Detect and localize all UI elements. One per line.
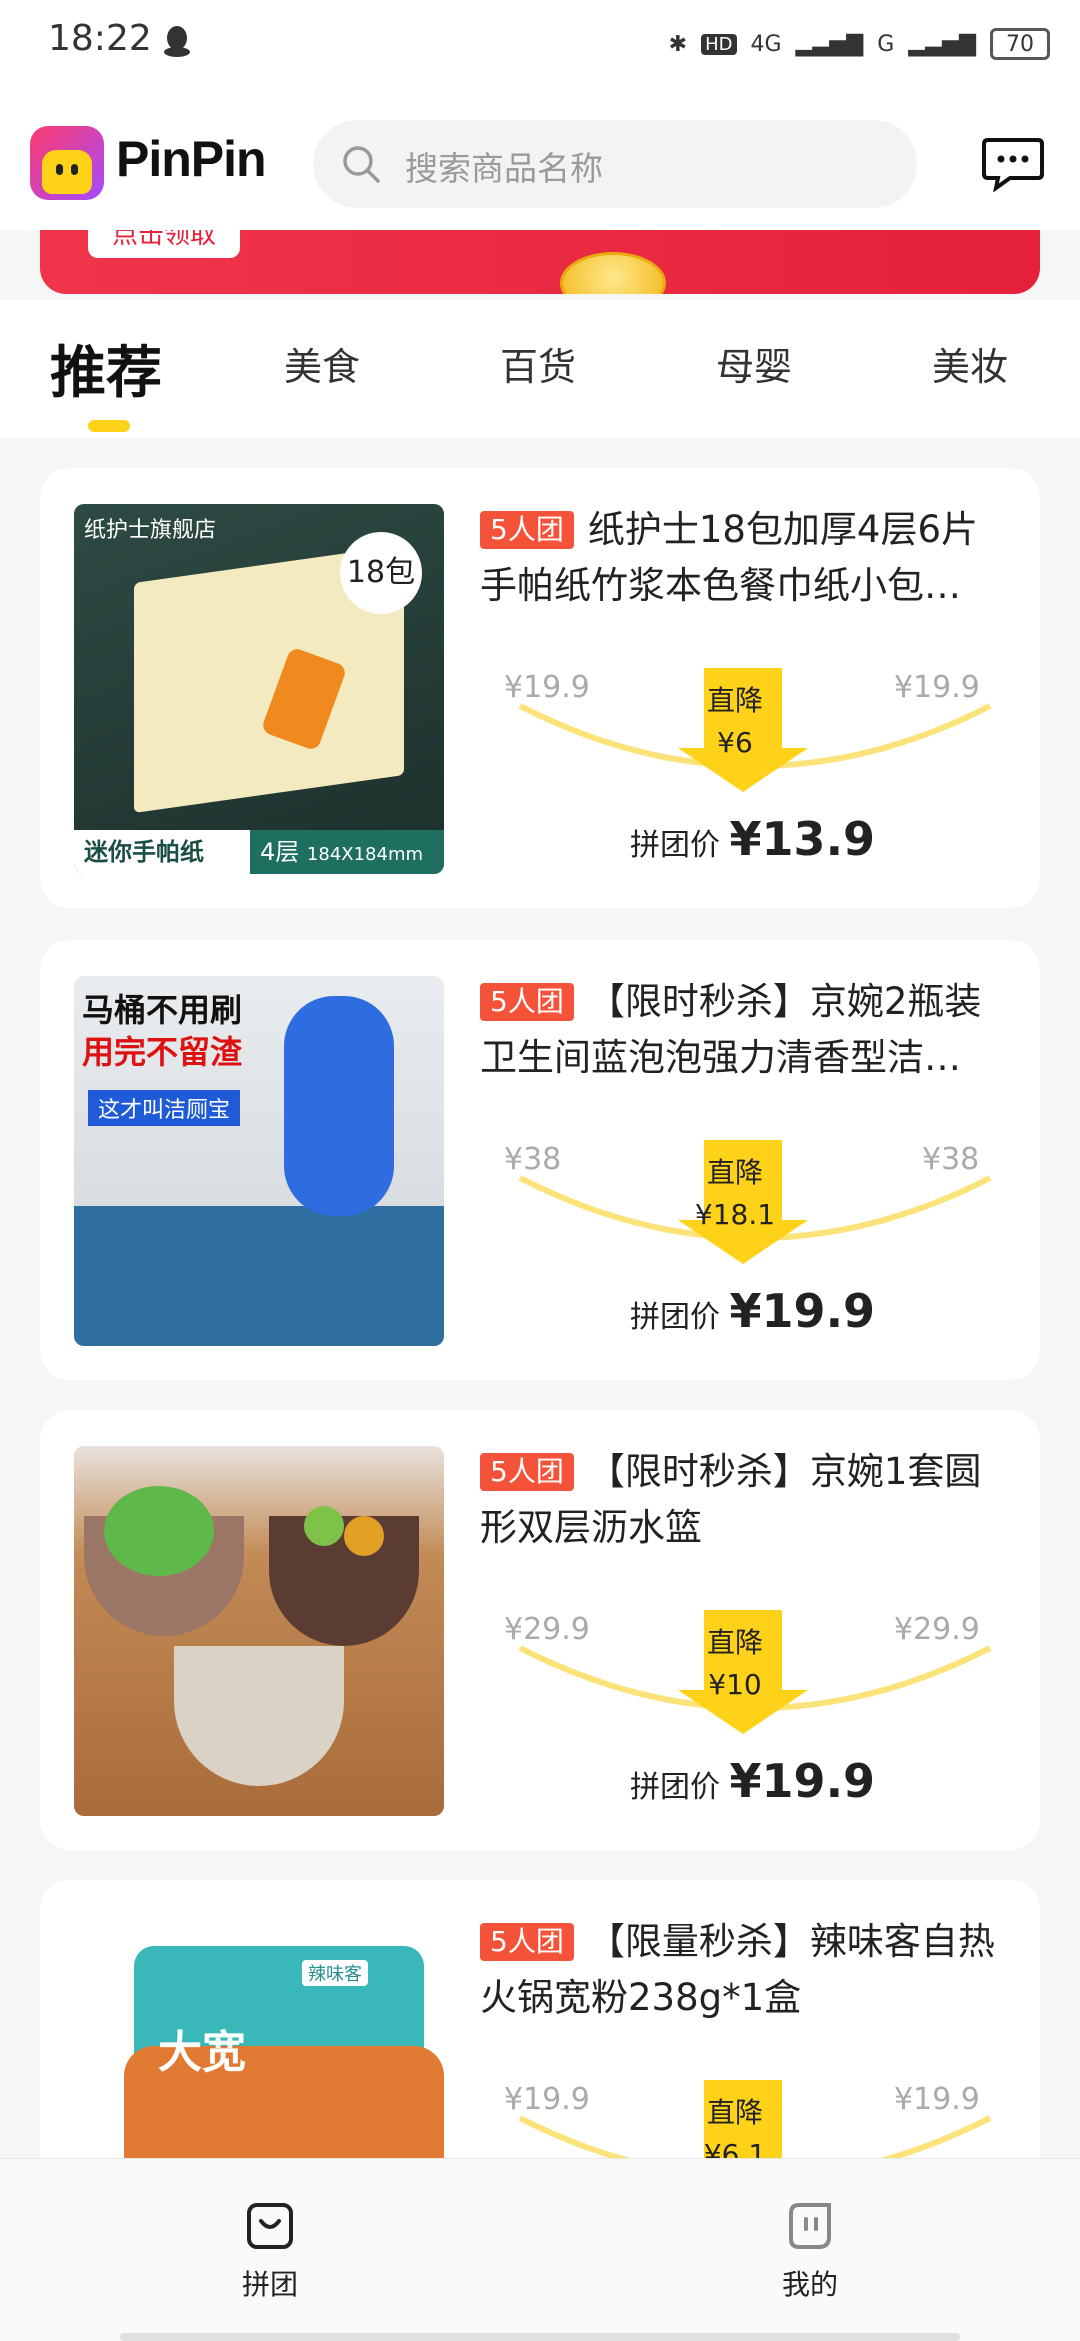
drop-value: ¥18.1 [694, 1198, 776, 1231]
group-price: 拼团价 ¥19.9 [630, 1754, 875, 1808]
drop-text: 直降 [706, 1626, 763, 1659]
product-card[interactable]: 纸护士旗舰店 18包 迷你手帕纸 4层 184X184mm 5人团 纸护士18包加… [40, 468, 1040, 908]
drop-value: ¥6 [717, 726, 753, 759]
product-card[interactable]: 马桶不用刷 用完不留渣 这才叫洁厕宝 5人团 【限时秒杀】京婉2瓶装卫生间蓝泡泡强… [40, 940, 1040, 1380]
group-price-value: ¥13.9 [729, 812, 876, 866]
promo-banner[interactable]: 点击领取 [40, 230, 1040, 294]
group-price-label: 拼团价 [630, 828, 720, 863]
product-image-line1: 马桶不用刷 [82, 991, 243, 1029]
network-g-label: G [877, 31, 895, 57]
signal-icon-2: ▂▃▅▇ [908, 31, 976, 57]
nav-profile[interactable]: 我的 [730, 2199, 890, 2303]
product-title[interactable]: 5人团 【限时秒杀】京婉1套圆形双层沥水篮 [480, 1444, 1010, 1556]
brand-name: PinPin [116, 131, 267, 187]
system-icons: ✱ HD 4G ▂▃▅▇ G ▂▃▅▇ 70 [669, 24, 1050, 64]
drop-text: 直降 [706, 2096, 763, 2129]
status-bar: 18:22 ✱ HD 4G ▂▃▅▇ G ▂▃▅▇ 70 [0, 0, 1080, 90]
profile-icon [789, 2203, 831, 2249]
qq-penguin-icon [164, 26, 190, 57]
battery-icon: 70 [990, 28, 1050, 60]
group-badge: 5人团 [480, 1453, 574, 1491]
group-price-label: 拼团价 [630, 1300, 720, 1335]
network-4g-label: 4G [750, 31, 782, 57]
product-title[interactable]: 5人团 纸护士18包加厚4层6片手帕纸竹浆本色餐巾纸小包… [480, 502, 1010, 614]
product-image-size: 184X184mm [306, 844, 424, 865]
coin-icon [560, 252, 666, 294]
banner-claim-button[interactable]: 点击领取 [88, 230, 240, 258]
tab-recommend[interactable]: 推荐 [50, 328, 162, 409]
price-drop-label: 直降 ¥10 [676, 1622, 794, 1706]
signal-icon: ▂▃▅▇ [795, 31, 864, 57]
tab-baby[interactable]: 母婴 [716, 336, 792, 391]
product-image[interactable]: 纸护士旗舰店 18包 迷你手帕纸 4层 184X184mm [74, 504, 444, 874]
drop-text: 直降 [706, 1156, 763, 1189]
group-price: 拼团价 ¥19.9 [630, 1284, 875, 1338]
product-image-tag: 迷你手帕纸 [84, 838, 204, 866]
product-card[interactable]: 5人团 【限时秒杀】京婉1套圆形双层沥水篮 ¥29.9 ¥29.9 直降 ¥10 拼… [40, 1410, 1040, 1850]
group-price-value: ¥19.9 [729, 1754, 876, 1808]
product-image-big: 大宽 [158, 2027, 246, 2078]
nav-label: 拼团 [241, 2268, 298, 2301]
search-placeholder: 搜索商品名称 [405, 149, 603, 188]
battery-level: 70 [1006, 31, 1034, 57]
tab-beauty[interactable]: 美妆 [932, 336, 1008, 391]
group-price-label: 拼团价 [630, 1770, 720, 1805]
price-drop-label: 直降 ¥6 [676, 680, 794, 764]
nav-group-buy[interactable]: 拼团 [190, 2199, 350, 2303]
product-image[interactable]: 马桶不用刷 用完不留渣 这才叫洁厕宝 [74, 976, 444, 1346]
product-title[interactable]: 5人团 【限量秒杀】辣味客自热火锅宽粉238g*1盒 [480, 1914, 1010, 2026]
tab-general[interactable]: 百货 [500, 336, 576, 391]
group-price-value: ¥19.9 [729, 1284, 876, 1338]
group-price: 拼团价 ¥13.9 [630, 812, 875, 866]
product-image-count: 18包 [340, 532, 422, 614]
app-logo-icon [30, 126, 104, 200]
drop-value: ¥10 [708, 1668, 762, 1701]
message-icon[interactable] [982, 136, 1044, 192]
product-image-layers: 4层 [260, 838, 300, 866]
bag-icon [247, 2203, 293, 2249]
category-tabs: 推荐 美食 百货 母婴 美妆 [0, 300, 1080, 438]
product-image-line2: 用完不留渣 [82, 1033, 243, 1071]
hd-icon: HD [701, 33, 737, 55]
search-bar[interactable]: 搜索商品名称 [313, 120, 917, 208]
price-drop-label: 直降 ¥18.1 [676, 1152, 794, 1236]
search-icon [343, 146, 380, 183]
tab-indicator [88, 420, 130, 432]
product-image-store: 纸护士旗舰店 [84, 518, 217, 543]
group-badge: 5人团 [480, 511, 574, 549]
group-badge: 5人团 [480, 983, 574, 1021]
app-header: PinPin 搜索商品名称 [0, 90, 1080, 230]
nav-label: 我的 [781, 2268, 838, 2301]
tab-food[interactable]: 美食 [284, 336, 360, 391]
product-image[interactable] [74, 1446, 444, 1816]
status-time: 18:22 [48, 18, 152, 59]
group-badge: 5人团 [480, 1923, 574, 1961]
bluetooth-icon: ✱ [668, 31, 688, 57]
product-image-brand: 辣味客 [302, 1960, 368, 1986]
drop-text: 直降 [706, 684, 763, 717]
bottom-nav: 拼团 我的 [0, 2158, 1080, 2341]
product-image-line3: 这才叫洁厕宝 [88, 1090, 241, 1126]
product-title[interactable]: 5人团 【限时秒杀】京婉2瓶装卫生间蓝泡泡强力清香型洁… [480, 974, 1010, 1086]
